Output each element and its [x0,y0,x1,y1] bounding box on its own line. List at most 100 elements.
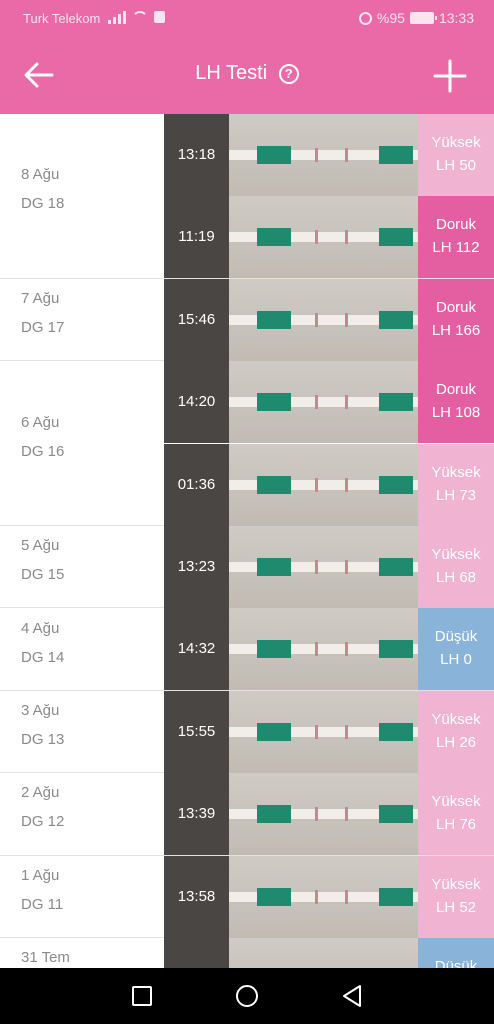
test-row[interactable]: 14:20 Doruk LH 108 [164,361,494,444]
lh-result-badge: Düşük LH 0 [418,608,494,691]
strip-line [345,148,348,162]
test-row[interactable]: 01:36 Yüksek LH 73 [164,443,494,526]
lh-value: LH 166 [431,321,481,339]
test-row[interactable]: 14:32 Düşük LH 0 [164,608,494,691]
strip-marker [257,640,291,659]
day-date: 1 Ağu [21,866,60,884]
test-strip-photo[interactable] [229,608,418,691]
test-time: 13:39 [177,805,216,823]
cycle-day: DG 17 [21,318,65,336]
day-date: 2 Ağu [21,784,60,802]
lh-result-badge: Yüksek LH 68 [418,526,494,608]
test-strip-photo[interactable] [229,938,418,968]
nav-recents-icon[interactable] [130,984,154,1008]
wifi-icon [132,11,148,23]
test-time: 01:36 [177,475,216,493]
lh-value: LH 76 [435,816,477,834]
test-strip-photo[interactable] [229,526,418,608]
day-group: 8 Ağu DG 18 13:18 Yüksek LH 50 11:19 Doruk LH 1… [0,114,494,279]
test-row[interactable]: 11:19 Doruk LH 112 [164,196,494,279]
test-strip [229,887,418,906]
strip-marker [257,805,291,824]
nav-back-icon[interactable] [340,984,364,1008]
add-test-button[interactable] [432,58,468,94]
test-strip-photo[interactable] [229,278,418,361]
test-time-area: 15:55 [164,690,229,773]
lh-test-list[interactable]: 8 Ağu DG 18 13:18 Yüksek LH 50 11:19 Doruk LH 1… [0,114,494,968]
test-strip [229,805,418,824]
test-row[interactable]: 15:55 Yüksek LH 26 [164,690,494,773]
strip-marker [379,640,413,659]
strip-marker [379,146,413,164]
lh-result-badge: Düşük [418,938,494,968]
test-row[interactable]: 13:58 Yüksek LH 52 [164,855,494,938]
strip-line [315,230,318,245]
strip-marker [257,558,291,576]
lh-value: LH 108 [431,404,481,422]
test-strip-photo[interactable] [229,773,418,856]
lh-value: LH 73 [435,486,477,504]
status-bar: Turk Telekom %95 13:33 [0,0,494,36]
strip-line [345,395,348,410]
strip-line [315,148,318,162]
strip-marker [379,805,413,824]
test-time-area: 14:20 [164,361,229,444]
day-date: 5 Ağu [21,537,60,555]
lh-result-badge: Yüksek LH 26 [418,690,494,773]
test-row[interactable]: 13:23 Yüksek LH 68 [164,526,494,608]
test-time-area: 13:18 [164,114,229,196]
test-strip [229,558,418,576]
nav-home-icon[interactable] [235,984,259,1008]
lh-level: Doruk [435,216,476,234]
strip-line [315,642,318,657]
lh-level: Düşük [434,958,478,968]
test-strip-photo[interactable] [229,196,418,279]
alarm-icon [358,11,372,25]
test-strip-photo[interactable] [229,361,418,444]
help-icon[interactable]: ? [278,63,299,84]
day-date: 6 Ağu [21,413,60,431]
day-label: 31 Tem [0,938,164,968]
strip-marker [379,887,413,906]
test-time-area: 11:19 [164,196,229,279]
lh-level: Düşük [434,628,478,646]
day-label: 3 Ağu DG 13 [0,690,164,773]
lh-level: Yüksek [431,710,481,728]
test-row[interactable]: 13:39 Yüksek LH 76 [164,773,494,856]
day-group: 7 Ağu DG 17 15:46 Doruk LH 166 [0,278,494,362]
test-row[interactable]: 13:18 Yüksek LH 50 [164,114,494,196]
test-row[interactable]: Düşük [164,938,494,968]
strip-line [345,477,348,492]
notification-icon [154,11,165,23]
lh-level: Yüksek [431,546,481,563]
test-time-area [164,938,229,968]
strip-line [345,230,348,245]
test-strip-photo[interactable] [229,443,418,526]
cycle-day: DG 15 [21,566,65,584]
battery-percent: %95 [376,10,405,26]
strip-line [315,312,318,327]
day-group: 1 Ağu DG 11 13:58 Yüksek LH 52 [0,855,494,938]
day-group: 31 Tem Düşük [0,938,494,968]
test-strip [229,228,418,247]
test-strip-photo[interactable] [229,855,418,938]
status-right: %95 13:33 [358,10,474,26]
lh-value: LH 26 [435,733,477,751]
test-time: 13:23 [177,558,216,575]
cycle-day: DG 14 [21,648,65,666]
cycle-day: DG 12 [21,813,65,831]
strip-line [315,724,318,739]
day-label: 7 Ağu DG 17 [0,278,164,361]
lh-level: Yüksek [431,134,481,151]
strip-line [345,642,348,657]
strip-marker [379,722,413,741]
test-strip-photo[interactable] [229,114,418,196]
day-date: 4 Ağu [21,619,60,637]
day-group: 3 Ağu DG 13 15:55 Yüksek LH 26 [0,690,494,774]
test-row[interactable]: 15:46 Doruk LH 166 [164,278,494,361]
strip-line [345,889,348,904]
lh-value: LH 0 [440,651,472,669]
test-strip [229,722,418,741]
test-strip-photo[interactable] [229,690,418,773]
strip-marker [257,228,291,247]
